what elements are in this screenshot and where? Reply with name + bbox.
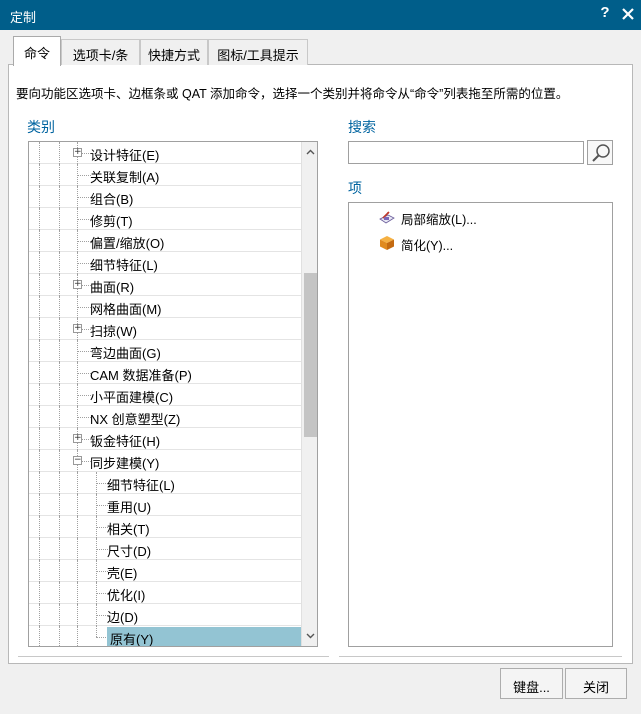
tree-item-label: 关联复制(A) bbox=[90, 170, 160, 185]
divider-left bbox=[18, 656, 329, 657]
tree-item-label: 设计特征(E) bbox=[90, 148, 160, 163]
collapse-icon[interactable]: − bbox=[73, 456, 82, 465]
tree-item-label: NX 创意塑型(Z) bbox=[90, 412, 181, 427]
category-tree-scrollbar[interactable] bbox=[301, 142, 317, 646]
scroll-thumb[interactable] bbox=[304, 273, 317, 437]
tree-item[interactable]: 尺寸(D) bbox=[29, 538, 301, 560]
expand-icon[interactable]: + bbox=[73, 148, 82, 157]
keyboard-button[interactable]: 键盘... bbox=[500, 668, 563, 699]
tree-item[interactable]: 细节特征(L) bbox=[29, 472, 301, 494]
search-label: 搜索 bbox=[348, 119, 376, 135]
tree-item[interactable]: 优化(I) bbox=[29, 582, 301, 604]
title-bar: 定制 ? bbox=[0, 0, 641, 30]
tree-item-label: 优化(I) bbox=[107, 588, 146, 603]
tree-item-label: 偏置/缩放(O) bbox=[90, 236, 165, 251]
instruction-text: 要向功能区选项卡、边框条或 QAT 添加命令，选择一个类别并将命令从“命令”列表… bbox=[16, 87, 569, 101]
tree-item[interactable]: 关联复制(A) bbox=[29, 164, 301, 186]
scroll-up-arrow-icon[interactable] bbox=[302, 144, 317, 161]
divider-right bbox=[339, 656, 622, 657]
tree-item-label: 钣金特征(H) bbox=[90, 434, 161, 449]
search-button[interactable] bbox=[587, 140, 613, 165]
category-tree-rows: + 设计特征(E) 关联复制(A) 组合(B) 修剪(T) 偏置/缩放(O) 细节特征(L)… bbox=[29, 142, 303, 646]
tree-item[interactable]: 壳(E) bbox=[29, 560, 301, 582]
category-tree[interactable]: + 设计特征(E) 关联复制(A) 组合(B) 修剪(T) 偏置/缩放(O) 细节特征(L)… bbox=[28, 141, 318, 647]
tree-item[interactable]: + 钣金特征(H) bbox=[29, 428, 301, 450]
tree-item-label: 修剪(T) bbox=[90, 214, 133, 229]
tree-item[interactable]: 边(D) bbox=[29, 604, 301, 626]
tree-item-label: 弯边曲面(G) bbox=[90, 346, 161, 361]
expand-icon[interactable]: + bbox=[73, 324, 82, 333]
search-icon bbox=[592, 144, 610, 162]
tree-item[interactable]: NX 创意塑型(Z) bbox=[29, 406, 301, 428]
tree-item[interactable]: 弯边曲面(G) bbox=[29, 340, 301, 362]
items-list[interactable]: 局部缩放(L)... 简化(Y)... bbox=[348, 202, 613, 647]
tree-item-label: 重用(U) bbox=[107, 500, 152, 515]
zoom-region-icon bbox=[379, 211, 395, 224]
close-button[interactable]: 关闭 bbox=[565, 668, 627, 699]
scroll-down-arrow-icon[interactable] bbox=[302, 628, 317, 645]
tree-item[interactable]: − 同步建模(Y) bbox=[29, 450, 301, 472]
tree-item[interactable]: + 曲面(R) bbox=[29, 274, 301, 296]
tab-shortcuts[interactable]: 快捷方式 bbox=[140, 39, 208, 65]
close-icon bbox=[622, 8, 634, 20]
tree-item-label: 尺寸(D) bbox=[107, 544, 152, 559]
tree-item-label: 组合(B) bbox=[90, 192, 134, 207]
tree-item[interactable]: 重用(U) bbox=[29, 494, 301, 516]
tree-item-label: 原有(Y) bbox=[107, 627, 303, 646]
search-input[interactable] bbox=[348, 141, 584, 164]
tree-item-label: 细节特征(L) bbox=[90, 258, 158, 273]
help-button[interactable]: ? bbox=[598, 4, 612, 21]
tree-item[interactable]: + 扫掠(W) bbox=[29, 318, 301, 340]
tree-item-label: 边(D) bbox=[107, 610, 139, 625]
tree-item-label: 相关(T) bbox=[107, 522, 150, 537]
tree-item[interactable]: 相关(T) bbox=[29, 516, 301, 538]
tree-item-label: 网格曲面(M) bbox=[90, 302, 162, 317]
expand-icon[interactable]: + bbox=[73, 434, 82, 443]
close-window-button[interactable] bbox=[620, 3, 636, 23]
tree-item[interactable]: 网格曲面(M) bbox=[29, 296, 301, 318]
items-label: 项 bbox=[348, 180, 362, 196]
tree-item-label: 扫掠(W) bbox=[90, 324, 137, 339]
tree-item[interactable]: + 设计特征(E) bbox=[29, 142, 301, 164]
tree-item[interactable]: 偏置/缩放(O) bbox=[29, 230, 301, 252]
tree-item[interactable]: 原有(Y) bbox=[29, 626, 303, 646]
tree-item[interactable]: 组合(B) bbox=[29, 186, 301, 208]
expand-icon[interactable]: + bbox=[73, 280, 82, 289]
simplify-icon bbox=[380, 236, 394, 250]
tree-item-label: 壳(E) bbox=[107, 566, 138, 581]
tree-item-label: CAM 数据准备(P) bbox=[90, 368, 192, 383]
tree-item[interactable]: CAM 数据准备(P) bbox=[29, 362, 301, 384]
window-title: 定制 bbox=[10, 10, 37, 25]
tree-item[interactable]: 小平面建模(C) bbox=[29, 384, 301, 406]
tree-item-label: 细节特征(L) bbox=[107, 478, 175, 493]
tree-item-label: 曲面(R) bbox=[90, 280, 135, 295]
tree-item[interactable]: 细节特征(L) bbox=[29, 252, 301, 274]
tab-icons-tooltips[interactable]: 图标/工具提示 bbox=[208, 39, 308, 65]
tab-ribbon-tabs[interactable]: 选项卡/条 bbox=[61, 39, 140, 65]
tree-item-label: 小平面建模(C) bbox=[90, 390, 174, 405]
tree-item-label: 同步建模(Y) bbox=[90, 456, 160, 471]
categories-label: 类别 bbox=[27, 119, 55, 135]
tab-commands[interactable]: 命令 bbox=[13, 36, 61, 66]
tree-item[interactable]: 修剪(T) bbox=[29, 208, 301, 230]
